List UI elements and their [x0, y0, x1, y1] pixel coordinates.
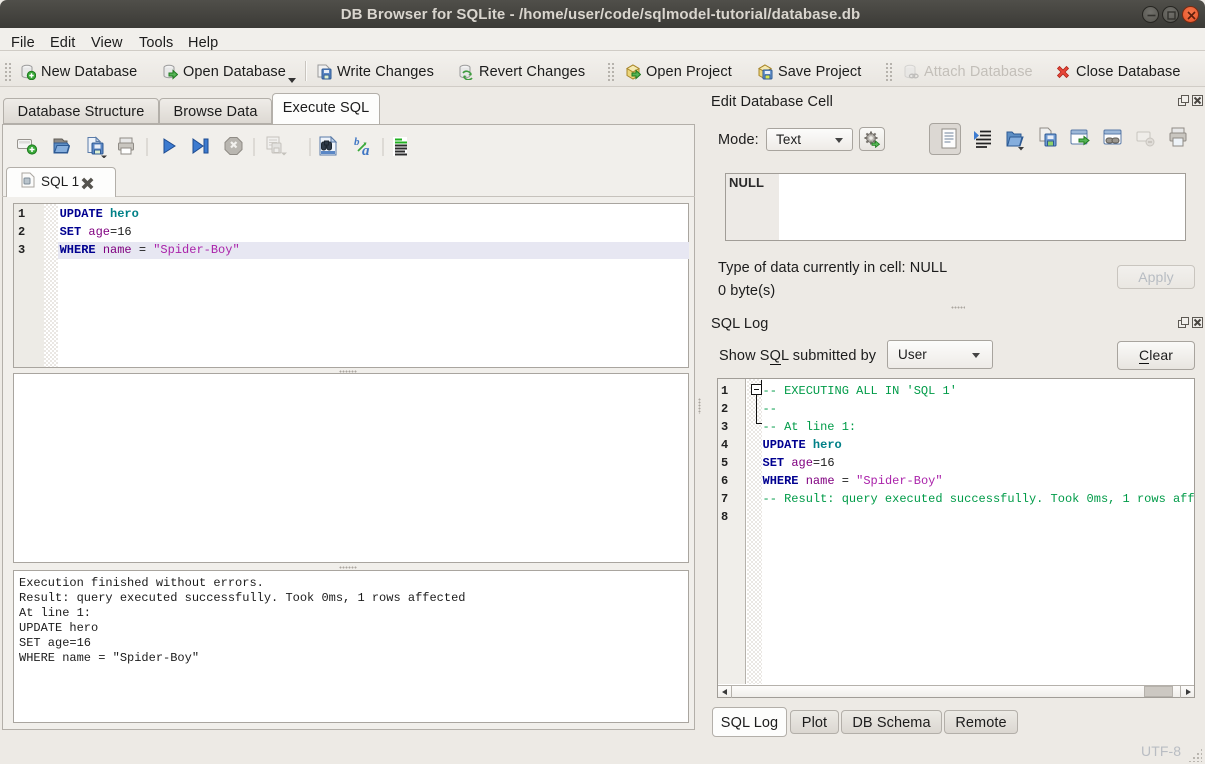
svg-text:b: b: [354, 136, 360, 148]
